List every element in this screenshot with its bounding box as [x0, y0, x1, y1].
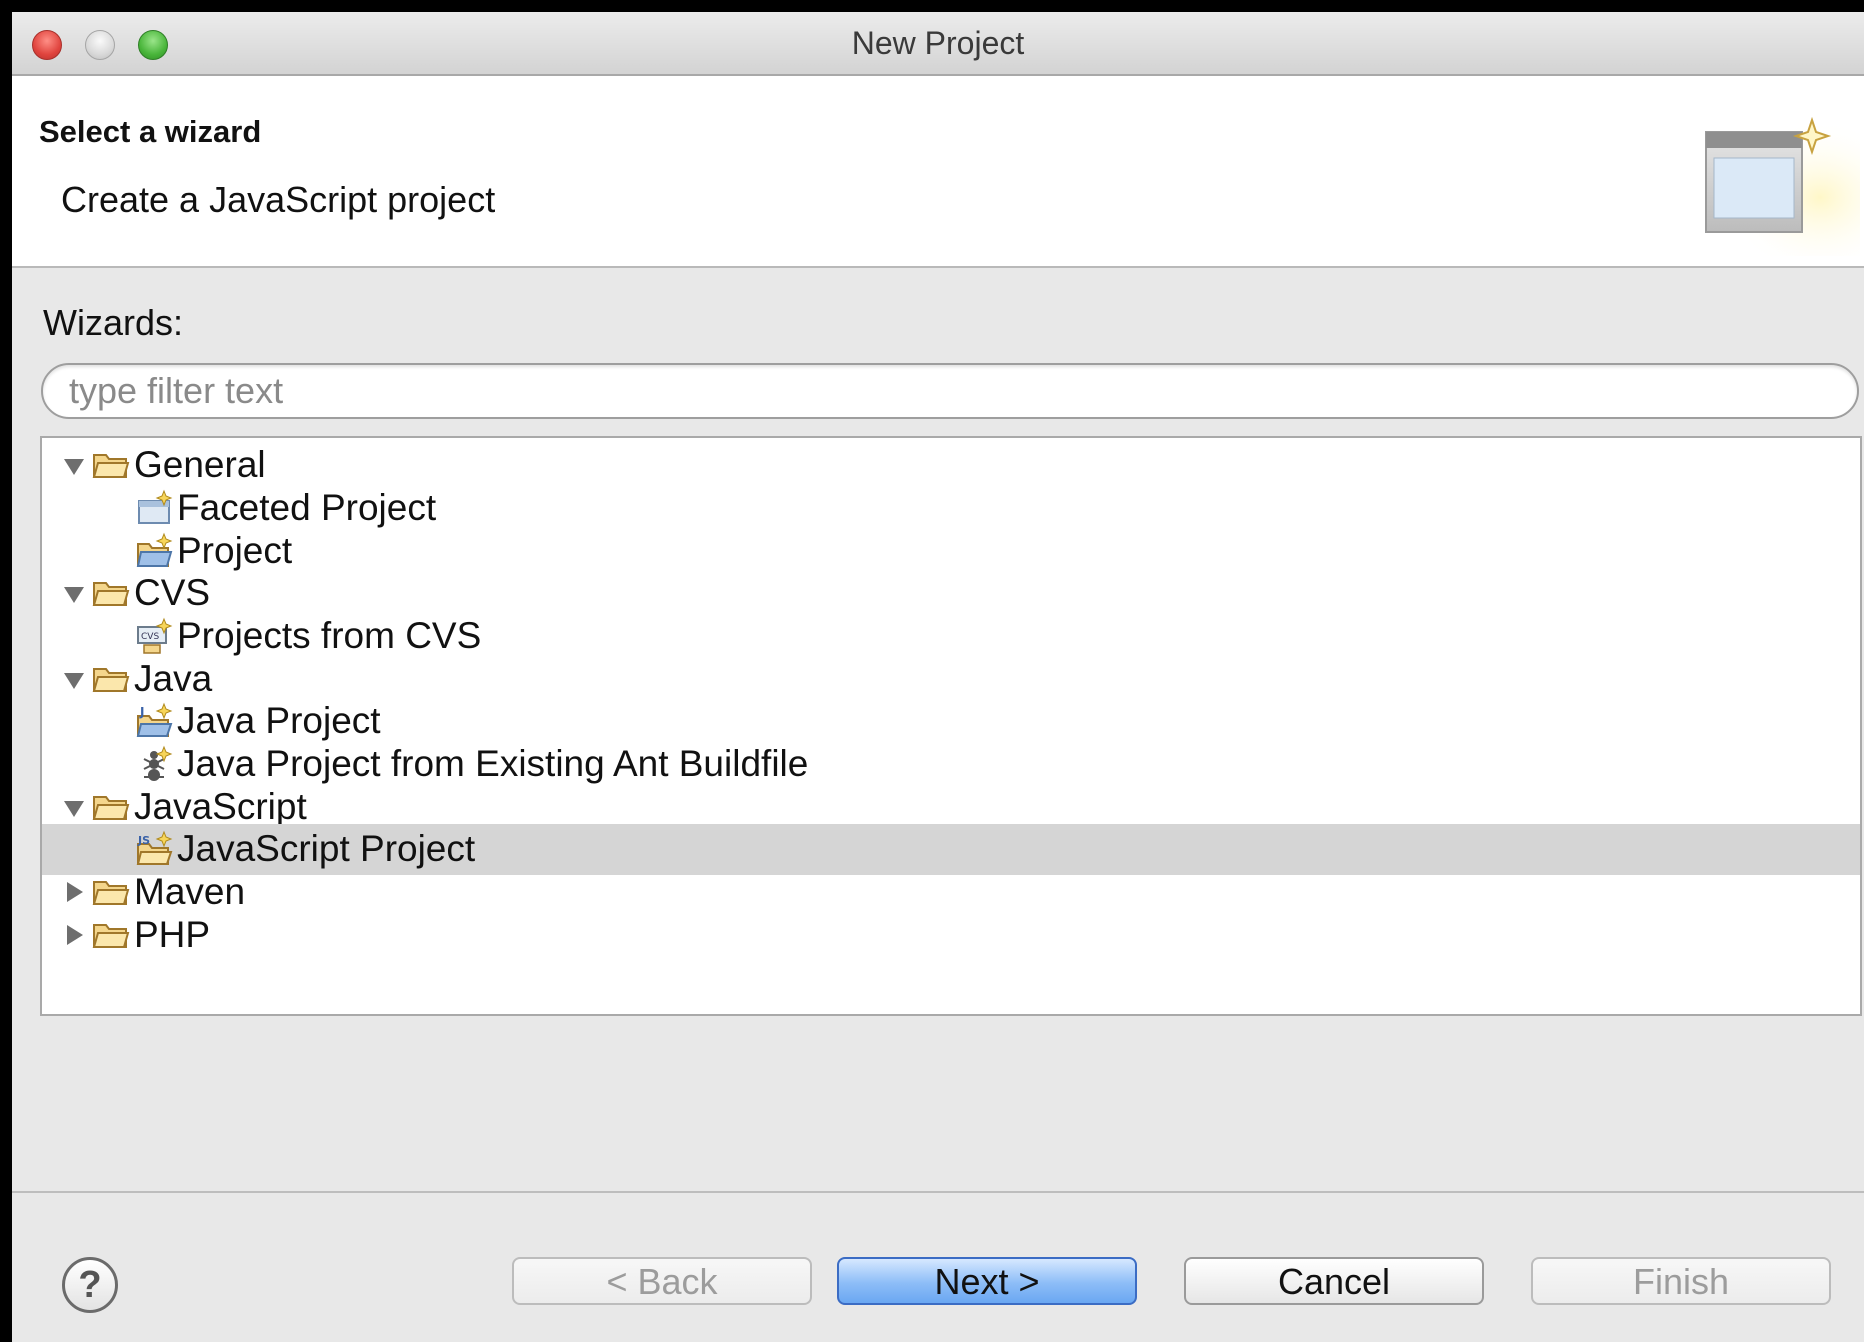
tree-label: Project	[177, 530, 293, 571]
folder-open-icon	[92, 796, 130, 820]
title-bar[interactable]: New Project	[12, 12, 1864, 76]
tree-category-php[interactable]: PHP	[42, 910, 1860, 961]
cvs-project-icon: CVS	[137, 617, 173, 654]
tree-label: PHP	[134, 914, 211, 955]
next-button[interactable]: Next >	[837, 1257, 1137, 1305]
faceted-project-icon	[138, 489, 173, 524]
tree-label: Java Project	[177, 700, 381, 741]
tree-label: Java	[134, 658, 213, 699]
tree-label: Maven	[134, 871, 246, 912]
folder-open-icon	[92, 454, 130, 478]
wizard-filter-input[interactable]	[41, 363, 1859, 419]
tree-label: General	[134, 444, 266, 485]
tree-label: Projects from CVS	[177, 615, 482, 656]
tree-label: JavaScript	[134, 786, 307, 827]
tree-label: JavaScript Project	[177, 828, 476, 869]
wizard-page-title: Select a wizard	[39, 114, 262, 149]
svg-text:JS: JS	[137, 834, 150, 847]
java-project-icon: J	[136, 702, 173, 737]
back-button[interactable]: < Back	[512, 1257, 812, 1305]
window-title: New Project	[851, 25, 1025, 61]
svg-text:J: J	[139, 705, 144, 719]
javascript-project-icon: JS	[136, 830, 173, 865]
help-icon[interactable]: ?	[62, 1257, 118, 1313]
expanded-arrow-icon[interactable]	[64, 587, 84, 603]
wizard-tree[interactable]: General Faceted Project Project CVS CVS …	[40, 436, 1862, 1016]
collapsed-arrow-icon[interactable]	[67, 882, 83, 902]
folder-open-icon	[92, 668, 130, 692]
finish-button[interactable]: Finish	[1531, 1257, 1831, 1305]
button-bar-separator	[12, 1191, 1864, 1193]
wizards-label: Wizards:	[43, 302, 184, 343]
folder-open-icon	[92, 924, 130, 948]
tree-label: CVS	[134, 572, 211, 613]
expanded-arrow-icon[interactable]	[64, 459, 84, 475]
project-icon	[136, 532, 173, 567]
wizard-header-banner: Select a wizard Create a JavaScript proj…	[12, 76, 1864, 268]
cancel-button[interactable]: Cancel	[1184, 1257, 1484, 1305]
expanded-arrow-icon[interactable]	[64, 801, 84, 817]
wizard-page-description: Create a JavaScript project	[61, 179, 496, 220]
folder-open-icon	[92, 582, 130, 606]
folder-open-icon	[92, 881, 130, 905]
collapsed-arrow-icon[interactable]	[67, 925, 83, 945]
ant-icon	[143, 745, 173, 781]
new-project-dialog: New Project Select a wizard Create a Jav…	[12, 12, 1864, 1342]
tree-label: Faceted Project	[177, 487, 437, 528]
new-wizard-icon	[1700, 116, 1860, 256]
expanded-arrow-icon[interactable]	[64, 673, 84, 689]
tree-label: Java Project from Existing Ant Buildfile	[177, 743, 809, 784]
svg-text:CVS: CVS	[141, 632, 159, 642]
